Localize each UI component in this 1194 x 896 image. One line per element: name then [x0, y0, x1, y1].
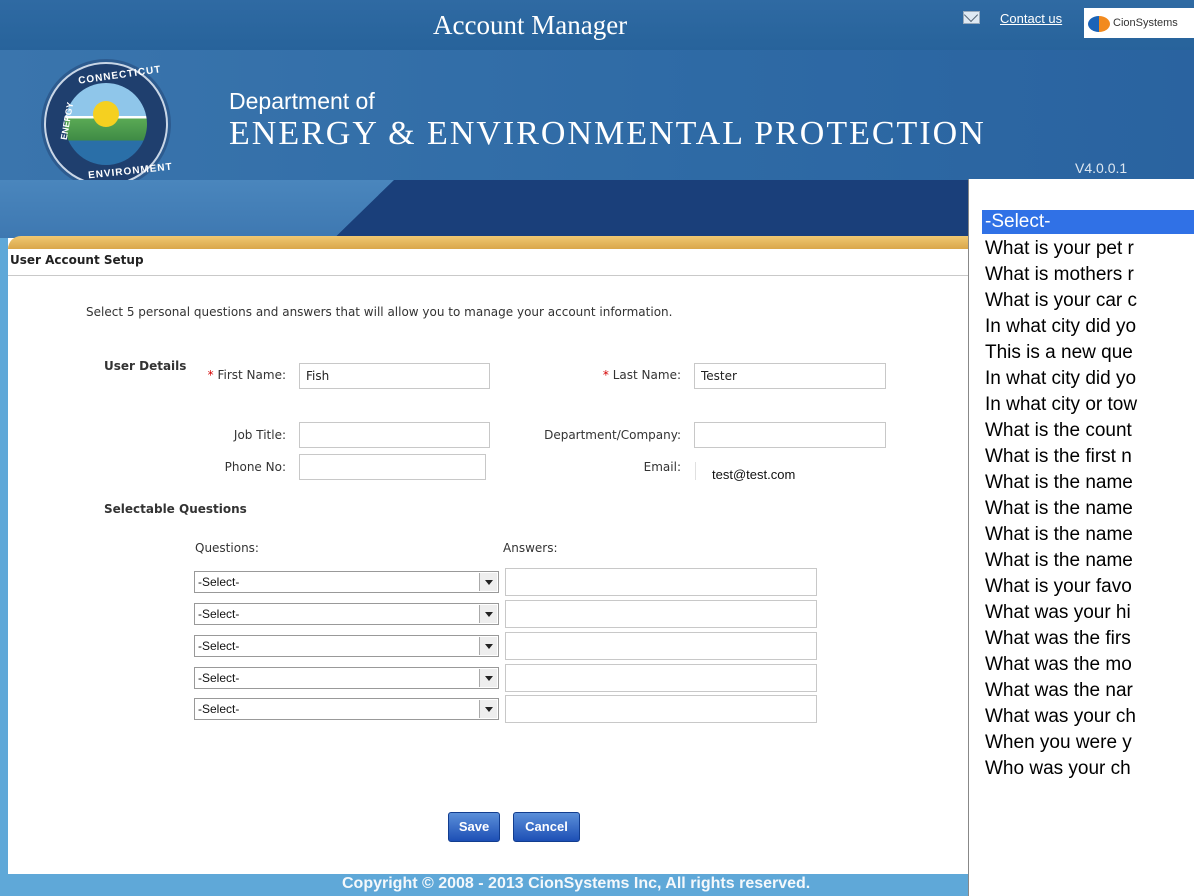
answers-column-label: Answers:: [503, 541, 558, 555]
dropdown-option[interactable]: When you were y: [982, 731, 1194, 755]
dropdown-option[interactable]: What is the name: [982, 497, 1194, 521]
dropdown-option[interactable]: What was your ch: [982, 705, 1194, 729]
dropdown-option[interactable]: What is the count: [982, 419, 1194, 443]
question-select-value: -Select-: [198, 702, 240, 716]
dropdown-option[interactable]: In what city did yo: [982, 315, 1194, 339]
selectable-questions-heading: Selectable Questions: [104, 502, 247, 516]
question-select-5[interactable]: -Select-: [194, 698, 499, 720]
question-select-1[interactable]: -Select-: [194, 571, 499, 593]
version-label: V4.0.0.1: [1075, 160, 1128, 176]
required-marker: *: [207, 368, 214, 382]
answer-field-4[interactable]: [505, 664, 817, 692]
copyright-text: Copyright © 2008 - 2013 CionSystems Inc,…: [342, 875, 811, 892]
section-title: User Account Setup: [10, 253, 144, 267]
sun-icon: [93, 101, 119, 127]
save-button[interactable]: Save: [448, 812, 500, 842]
dropdown-option[interactable]: What is mothers r: [982, 263, 1194, 287]
question-select-4[interactable]: -Select-: [194, 667, 499, 689]
seal-landscape: [65, 83, 147, 165]
chevron-down-icon[interactable]: [479, 573, 497, 591]
contact-us-link[interactable]: Contact us: [1000, 11, 1062, 26]
required-marker: *: [602, 368, 609, 382]
email-value: test@test.com: [712, 467, 796, 482]
dropdown-option[interactable]: What is your pet r: [982, 237, 1194, 261]
answer-field-5[interactable]: [505, 695, 817, 723]
dropdown-option[interactable]: What is the name: [982, 523, 1194, 547]
job-title-field[interactable]: [299, 422, 490, 448]
first-name-label-text: First Name:: [217, 368, 286, 382]
mail-icon[interactable]: [963, 11, 980, 24]
chevron-down-icon[interactable]: [479, 605, 497, 623]
cancel-button[interactable]: Cancel: [513, 812, 580, 842]
answer-field-2[interactable]: [505, 600, 817, 628]
seal-text-top: CONNECTICUT: [77, 64, 163, 87]
vendor-logo[interactable]: CionSystems: [1084, 8, 1194, 38]
cionsystems-logo-icon: [1088, 16, 1110, 32]
department-line-1: Department of: [229, 88, 375, 114]
department-label: Department/Company:: [544, 428, 681, 442]
app-title: Account Manager: [433, 10, 628, 40]
phone-label: Phone No:: [224, 460, 286, 474]
chevron-down-icon[interactable]: [479, 669, 497, 687]
dropdown-option[interactable]: What was your hi: [982, 601, 1194, 625]
answer-field-1[interactable]: [505, 568, 817, 596]
intro-text: Select 5 personal questions and answers …: [86, 305, 673, 319]
dropdown-option[interactable]: In what city did yo: [982, 367, 1194, 391]
question-select-value: -Select-: [198, 639, 240, 653]
questions-column-label: Questions:: [195, 541, 259, 555]
dropdown-option[interactable]: What is your favo: [982, 575, 1194, 599]
ct-deep-seal-logo: CONNECTICUT ENERGY ENVIRONMENT: [44, 62, 173, 186]
department-name-text: Energy & Environmental Protection: [229, 115, 986, 152]
question-dropdown-list[interactable]: -Select- What is your pet r What is moth…: [968, 179, 1194, 896]
dropdown-option[interactable]: -Select-: [982, 210, 1194, 234]
department-field[interactable]: [694, 422, 886, 448]
dropdown-option[interactable]: What is the first n: [982, 445, 1194, 469]
phone-field[interactable]: [299, 454, 486, 480]
email-separator: [695, 462, 696, 480]
vendor-name: CionSystems: [1113, 17, 1178, 29]
dropdown-option[interactable]: What is your car c: [982, 289, 1194, 313]
job-title-label: Job Title:: [233, 428, 286, 442]
answer-field-3[interactable]: [505, 632, 817, 660]
chevron-down-icon[interactable]: [479, 637, 497, 655]
top-bar: Account Manager Contact us CionSystems: [0, 0, 1194, 50]
question-select-2[interactable]: -Select-: [194, 603, 499, 625]
dropdown-option[interactable]: In what city or tow: [982, 393, 1194, 417]
department-name: Energy & Environmental Protection: [229, 115, 986, 153]
last-name-label: * Last Name:: [540, 368, 681, 382]
dropdown-option[interactable]: What is the name: [982, 471, 1194, 495]
dropdown-option[interactable]: What was the nar: [982, 679, 1194, 703]
dropdown-option[interactable]: What was the firs: [982, 627, 1194, 651]
question-select-value: -Select-: [198, 671, 240, 685]
dropdown-option[interactable]: What was the mo: [982, 653, 1194, 677]
dropdown-option[interactable]: Who was your ch: [982, 757, 1194, 781]
email-label: Email:: [643, 460, 681, 474]
last-name-label-text: Last Name:: [612, 368, 681, 382]
dropdown-option[interactable]: This is a new que: [982, 341, 1194, 365]
chevron-down-icon[interactable]: [479, 700, 497, 718]
question-select-3[interactable]: -Select-: [194, 635, 499, 657]
last-name-field[interactable]: [694, 363, 886, 389]
question-select-value: -Select-: [198, 607, 240, 621]
dropdown-option[interactable]: What is the name: [982, 549, 1194, 573]
question-select-value: -Select-: [198, 575, 240, 589]
first-name-label: * First Name:: [150, 368, 286, 382]
first-name-field[interactable]: [299, 363, 490, 389]
